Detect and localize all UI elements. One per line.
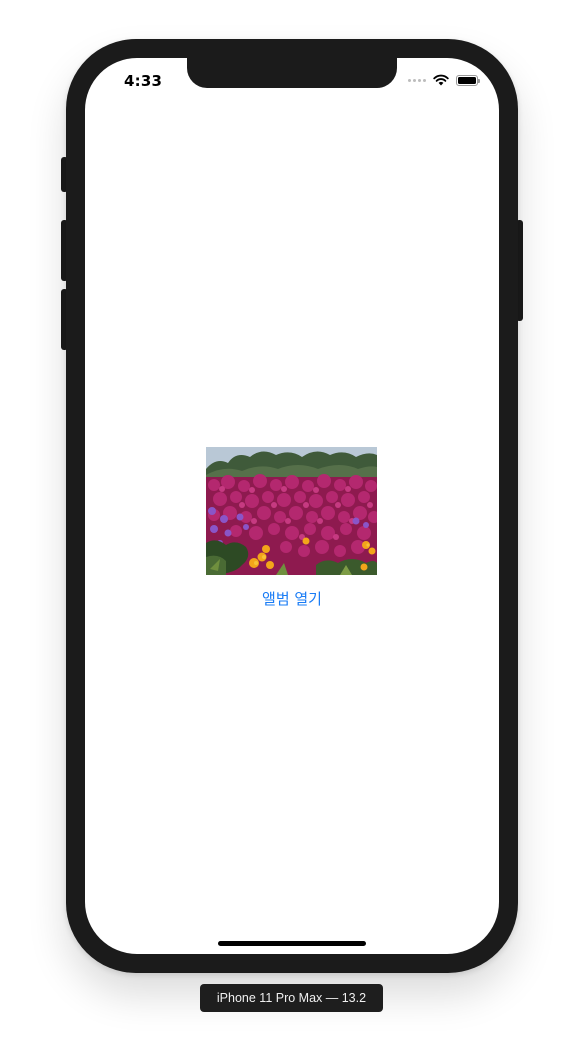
home-indicator[interactable] [218, 941, 366, 946]
status-icons [408, 73, 480, 87]
simulator-stage: 4:33 앨범 열기 iPhone 11 Pro Max — 13.2 [0, 0, 584, 1048]
wifi-icon [433, 74, 449, 86]
battery-icon [456, 74, 480, 86]
device-label: iPhone 11 Pro Max — 13.2 [200, 984, 383, 1012]
open-album-button[interactable]: 앨범 열기 [192, 588, 392, 609]
notch [187, 58, 397, 88]
status-time: 4:33 [124, 72, 163, 90]
signal-dots-icon [408, 78, 426, 82]
flower-photo-image [206, 447, 377, 575]
phone-screen: 4:33 앨범 열기 [85, 58, 499, 954]
